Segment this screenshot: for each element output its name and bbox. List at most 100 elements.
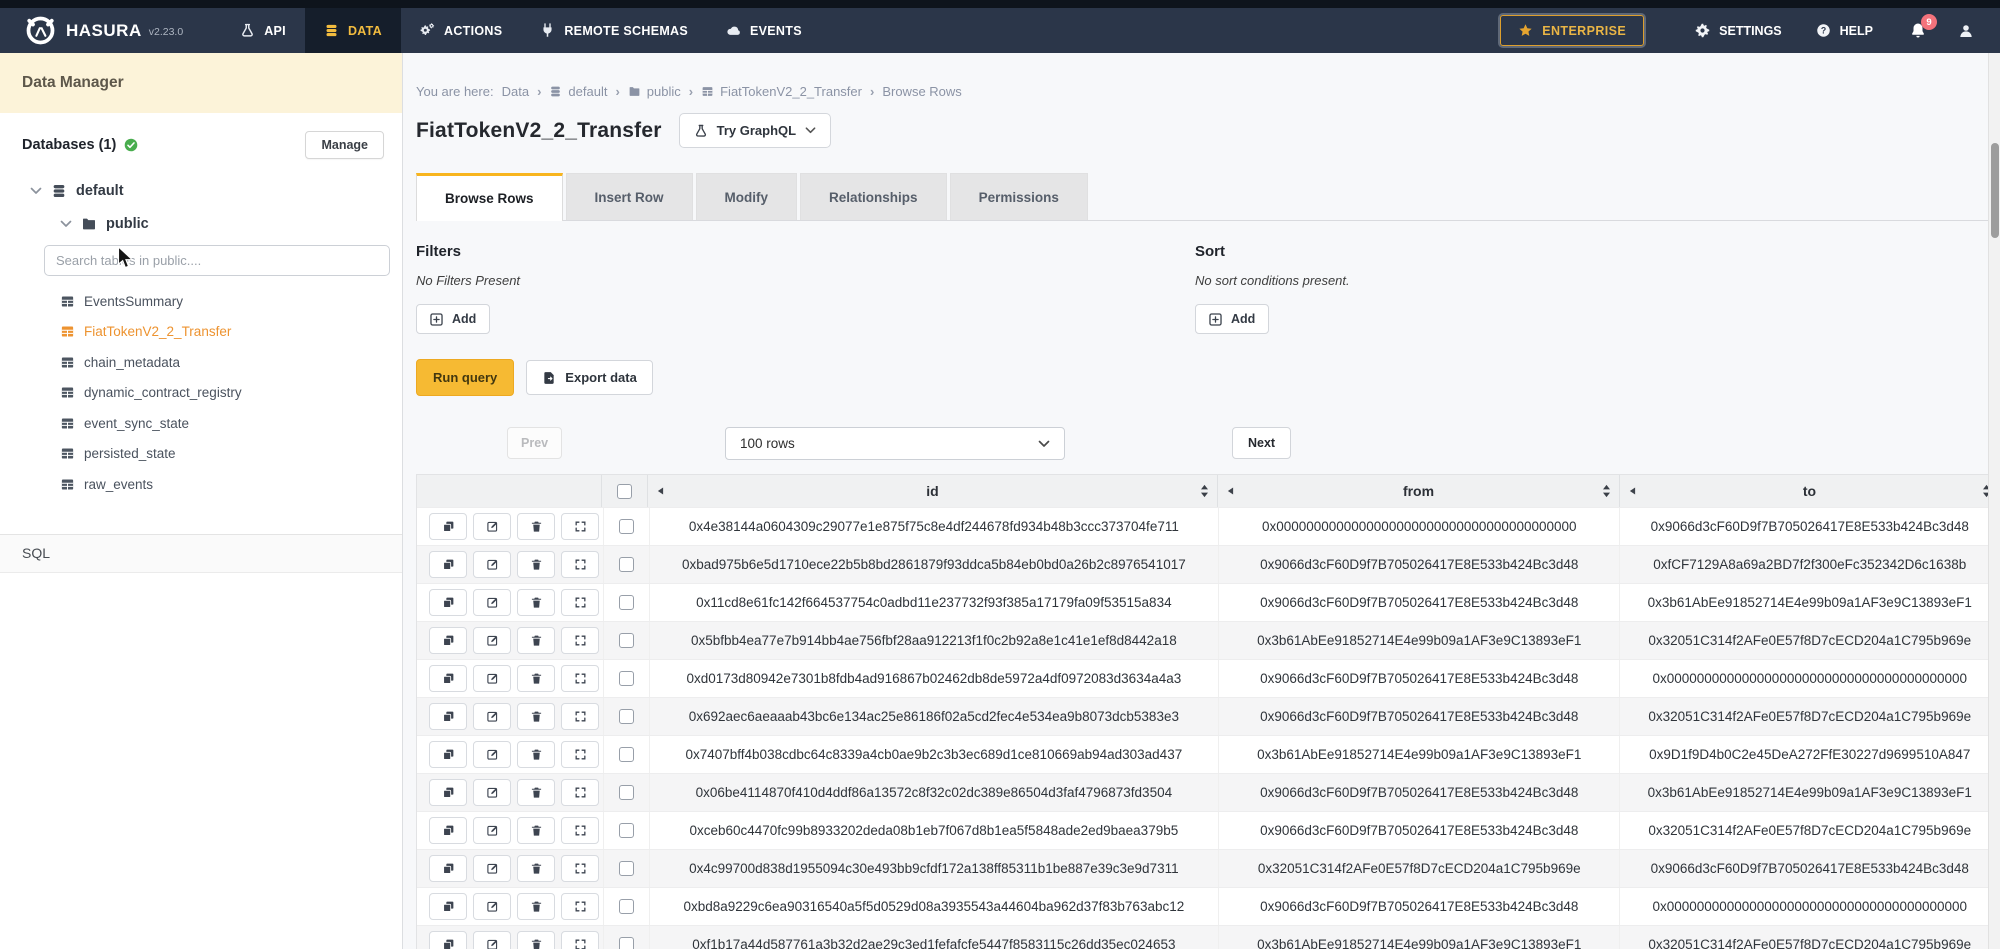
edit-row-button[interactable] <box>473 665 511 692</box>
hasura-logo-icon[interactable] <box>24 14 57 47</box>
breadcrumb-item[interactable]: Data <box>502 84 529 99</box>
scrollbar-thumb[interactable] <box>1991 143 1999 238</box>
row-checkbox[interactable] <box>619 937 634 949</box>
column-header-id[interactable]: id <box>647 475 1217 507</box>
tab-permissions[interactable]: Permissions <box>950 173 1088 220</box>
prev-page-button[interactable]: Prev <box>507 427 562 459</box>
delete-row-button[interactable] <box>517 551 555 578</box>
select-all-checkbox[interactable] <box>617 484 632 499</box>
clone-row-button[interactable] <box>429 627 467 654</box>
user-menu-button[interactable] <box>1946 8 2000 53</box>
row-checkbox[interactable] <box>619 861 634 876</box>
delete-row-button[interactable] <box>517 665 555 692</box>
sort-column-icon[interactable] <box>1200 484 1209 498</box>
rows-per-page-select[interactable]: 100 rows <box>725 427 1065 460</box>
clone-row-button[interactable] <box>429 931 467 949</box>
edit-row-button[interactable] <box>473 931 511 949</box>
expand-row-button[interactable] <box>561 779 599 806</box>
clone-row-button[interactable] <box>429 551 467 578</box>
expand-row-button[interactable] <box>561 855 599 882</box>
tab-modify[interactable]: Modify <box>696 173 798 220</box>
delete-row-button[interactable] <box>517 931 555 949</box>
column-header-to[interactable]: to <box>1619 475 1999 507</box>
row-checkbox[interactable] <box>619 823 634 838</box>
column-header-from[interactable]: from <box>1217 475 1619 507</box>
row-checkbox[interactable] <box>619 519 634 534</box>
row-checkbox[interactable] <box>619 785 634 800</box>
breadcrumb-item[interactable]: Browse Rows <box>882 84 961 99</box>
next-page-button[interactable]: Next <box>1232 427 1291 459</box>
nav-item-events[interactable]: EVENTS <box>707 8 821 53</box>
delete-row-button[interactable] <box>517 779 555 806</box>
delete-row-button[interactable] <box>517 703 555 730</box>
edit-row-button[interactable] <box>473 855 511 882</box>
run-query-button[interactable]: Run query <box>416 359 514 396</box>
table-search-input[interactable] <box>44 245 390 276</box>
expand-row-button[interactable] <box>561 817 599 844</box>
row-checkbox[interactable] <box>619 899 634 914</box>
breadcrumb-item[interactable]: public <box>628 84 681 99</box>
version-label[interactable]: v2.23.0 <box>149 26 183 38</box>
sidebar-table-raw_events[interactable]: raw_events <box>22 469 384 500</box>
delete-row-button[interactable] <box>517 741 555 768</box>
clone-row-button[interactable] <box>429 741 467 768</box>
expand-row-button[interactable] <box>561 931 599 949</box>
sidebar-table-event_sync_state[interactable]: event_sync_state <box>22 408 384 439</box>
enterprise-button[interactable]: ENTERPRISE <box>1500 15 1644 46</box>
sql-nav-item[interactable]: SQL <box>0 535 402 573</box>
edit-row-button[interactable] <box>473 703 511 730</box>
export-data-button[interactable]: Export data <box>526 360 653 395</box>
tab-insert-row[interactable]: Insert Row <box>566 173 693 220</box>
chevron-down-icon[interactable] <box>60 218 72 230</box>
delete-row-button[interactable] <box>517 589 555 616</box>
edit-row-button[interactable] <box>473 741 511 768</box>
delete-row-button[interactable] <box>517 893 555 920</box>
clone-row-button[interactable] <box>429 779 467 806</box>
edit-row-button[interactable] <box>473 551 511 578</box>
sidebar-table-chain_metadata[interactable]: chain_metadata <box>22 347 384 378</box>
schema-tree-item[interactable]: public <box>22 207 384 240</box>
expand-row-button[interactable] <box>561 703 599 730</box>
delete-row-button[interactable] <box>517 855 555 882</box>
sidebar-table-EventsSummary[interactable]: EventsSummary <box>22 286 384 317</box>
row-checkbox[interactable] <box>619 557 634 572</box>
expand-row-button[interactable] <box>561 589 599 616</box>
clone-row-button[interactable] <box>429 703 467 730</box>
expand-row-button[interactable] <box>561 513 599 540</box>
expand-row-button[interactable] <box>561 551 599 578</box>
sidebar-table-persisted_state[interactable]: persisted_state <box>22 439 384 470</box>
add-sort-button[interactable]: Add <box>1195 304 1269 334</box>
delete-row-button[interactable] <box>517 513 555 540</box>
clone-row-button[interactable] <box>429 665 467 692</box>
row-checkbox[interactable] <box>619 671 634 686</box>
row-checkbox[interactable] <box>619 633 634 648</box>
tab-browse-rows[interactable]: Browse Rows <box>416 173 563 221</box>
nav-item-data[interactable]: DATA <box>305 8 401 53</box>
expand-row-button[interactable] <box>561 627 599 654</box>
row-checkbox[interactable] <box>619 595 634 610</box>
edit-row-button[interactable] <box>473 779 511 806</box>
edit-row-button[interactable] <box>473 589 511 616</box>
settings-button[interactable]: SETTINGS <box>1678 8 1799 53</box>
clone-row-button[interactable] <box>429 589 467 616</box>
edit-row-button[interactable] <box>473 513 511 540</box>
clone-row-button[interactable] <box>429 855 467 882</box>
delete-row-button[interactable] <box>517 627 555 654</box>
breadcrumb-item[interactable]: default <box>549 84 607 99</box>
collapse-column-icon[interactable] <box>657 486 664 496</box>
sidebar-table-dynamic_contract_registry[interactable]: dynamic_contract_registry <box>22 378 384 409</box>
sort-column-icon[interactable] <box>1602 484 1611 498</box>
sidebar-table-FiatTokenV2_2_Transfer[interactable]: FiatTokenV2_2_Transfer <box>22 317 384 348</box>
clone-row-button[interactable] <box>429 817 467 844</box>
edit-row-button[interactable] <box>473 893 511 920</box>
expand-row-button[interactable] <box>561 665 599 692</box>
add-filter-button[interactable]: Add <box>416 304 490 334</box>
row-checkbox[interactable] <box>619 747 634 762</box>
chevron-down-icon[interactable] <box>30 185 42 197</box>
edit-row-button[interactable] <box>473 817 511 844</box>
collapse-column-icon[interactable] <box>1227 486 1234 496</box>
try-graphql-button[interactable]: Try GraphQL <box>679 113 831 148</box>
notifications-button[interactable]: 9 <box>1890 8 1946 53</box>
clone-row-button[interactable] <box>429 513 467 540</box>
nav-item-actions[interactable]: ACTIONS <box>401 8 521 53</box>
